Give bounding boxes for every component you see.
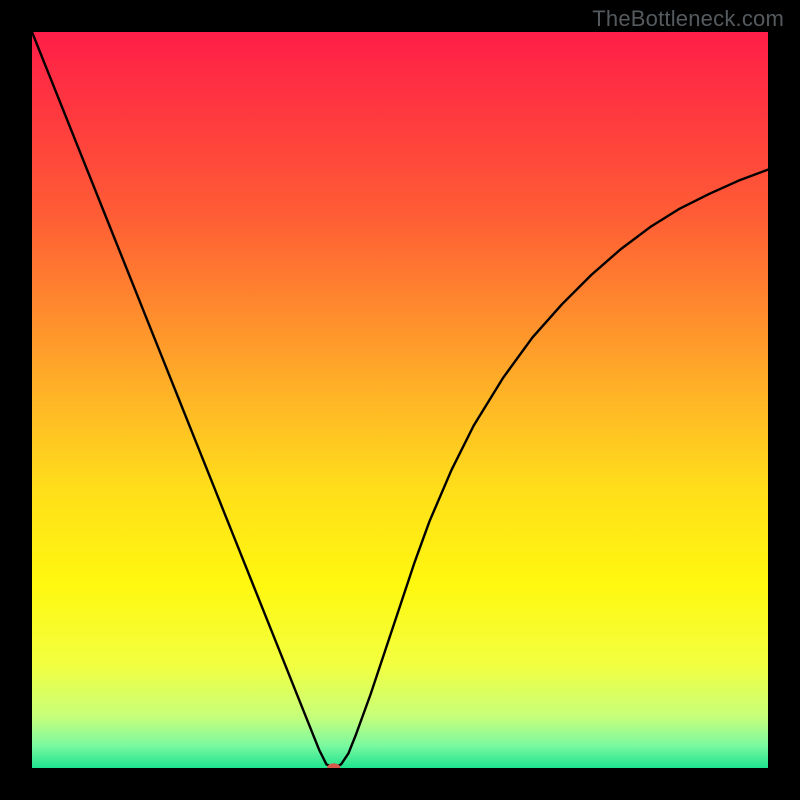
chart-frame: TheBottleneck.com — [0, 0, 800, 800]
gradient-background — [32, 32, 768, 768]
plot-area — [32, 32, 768, 768]
watermark-text: TheBottleneck.com — [592, 6, 784, 32]
chart-svg — [32, 32, 768, 768]
